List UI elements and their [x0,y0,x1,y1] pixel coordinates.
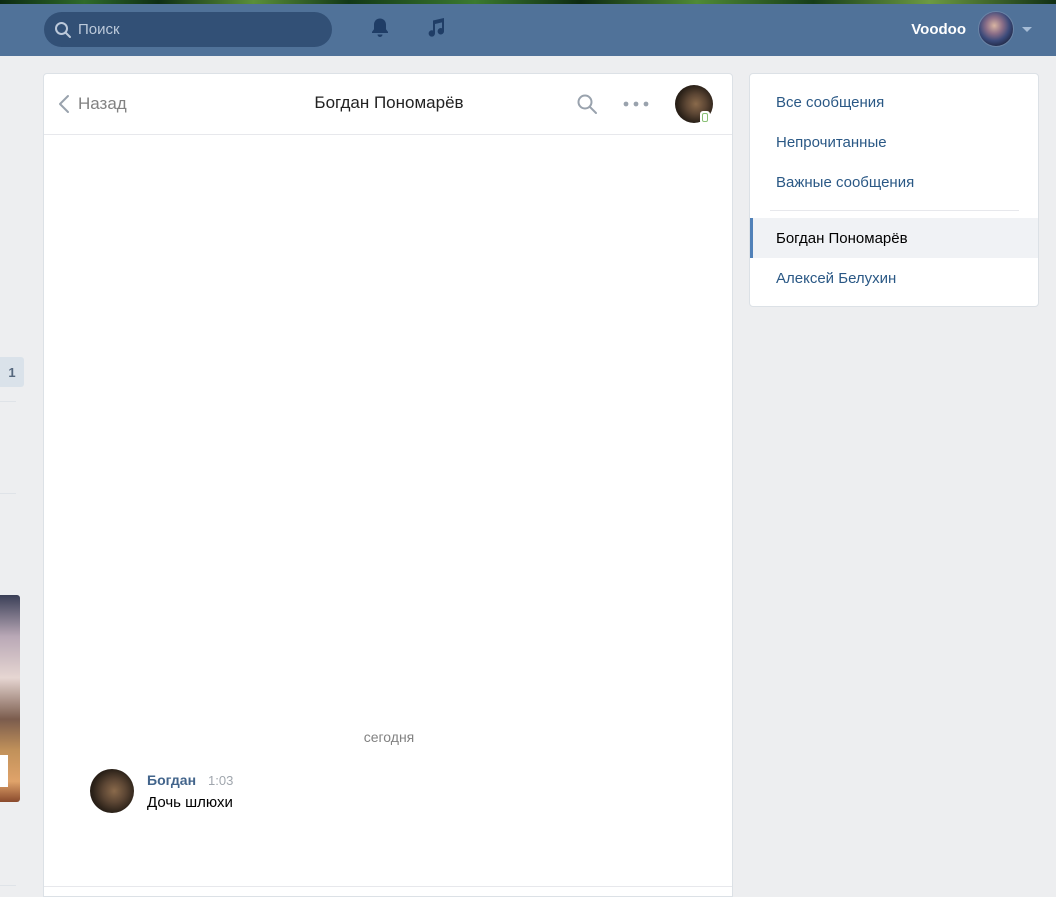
search-box[interactable] [44,12,332,47]
online-mobile-icon [700,111,710,124]
message-text: Дочь шлюхи [147,794,233,811]
counter-badge: 1 [0,357,24,387]
search-icon [55,21,71,38]
music-icon[interactable] [424,16,448,40]
thumbnail-image[interactable] [0,595,20,802]
search-icon[interactable] [576,93,598,115]
user-name: Voodoo [911,20,966,38]
thumbnail-overlay [0,755,8,787]
nav-all-messages[interactable]: Все сообщения [750,82,1038,122]
chat-header: Назад Богдан Пономарёв [44,74,732,135]
user-avatar [978,11,1014,47]
message-time[interactable]: 1:03 [208,773,233,788]
nav-conversation-active[interactable]: Богдан Пономарёв [750,218,1038,258]
bell-icon[interactable] [368,16,392,40]
nav-conversation[interactable]: Алексей Белухин [750,258,1038,298]
left-column-fragment: 1 [0,56,30,897]
top-header: Voodoo [0,0,1056,56]
search-input[interactable] [78,21,318,38]
divider [0,493,16,494]
chat-panel: Назад Богдан Пономарёв сегодня Богдан 1:… [43,73,733,897]
nav-important[interactable]: Важные сообщения [750,162,1038,202]
message: Богдан 1:03 Дочь шлюхи [90,769,690,819]
more-icon[interactable] [623,101,649,107]
divider [0,885,16,886]
divider [0,401,16,402]
messages-nav: Все сообщения Непрочитанные Важные сообщ… [749,73,1039,307]
message-avatar[interactable] [90,769,134,813]
composer-divider [44,886,732,887]
user-menu[interactable]: Voodoo [911,11,1032,47]
nav-divider [770,210,1019,211]
chevron-down-icon [1022,26,1032,32]
message-author[interactable]: Богдан [147,772,196,788]
day-divider: сегодня [363,729,415,745]
nav-unread[interactable]: Непрочитанные [750,122,1038,162]
